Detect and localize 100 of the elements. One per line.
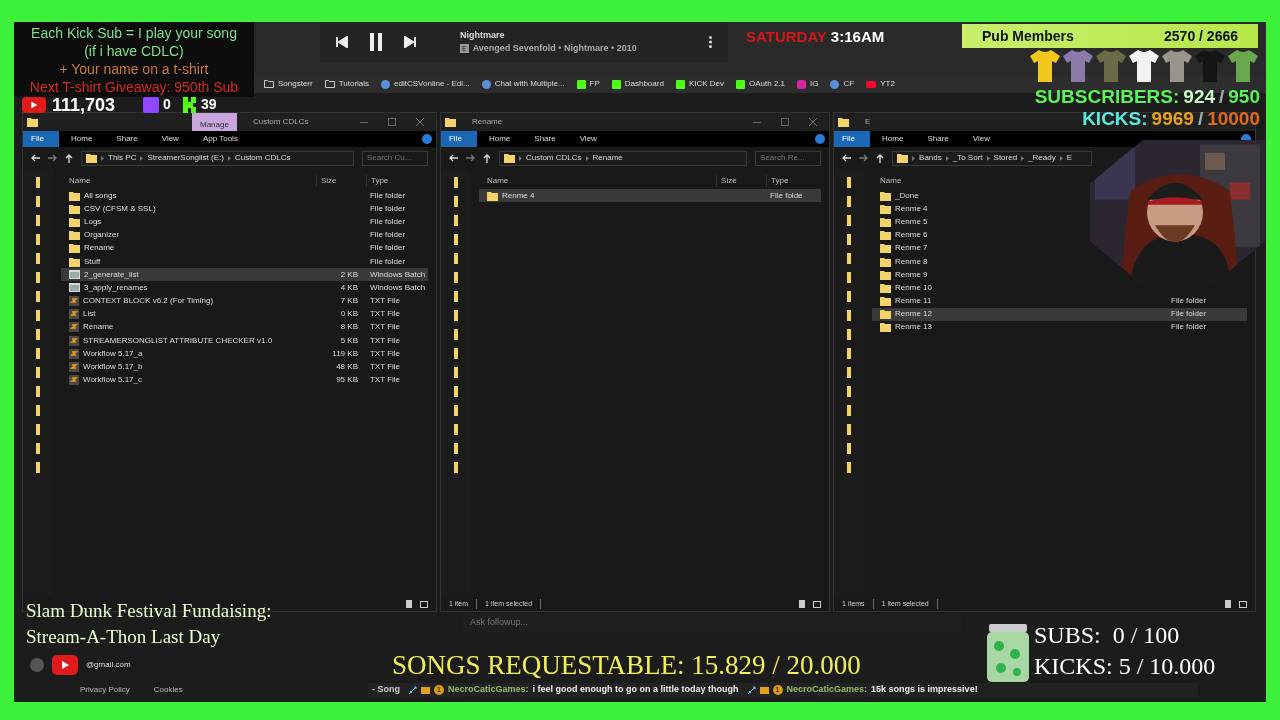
tiles-view-icon[interactable] xyxy=(813,600,822,608)
tiles-view-icon[interactable] xyxy=(1239,600,1247,608)
breadcrumb[interactable]: Bands xyxy=(919,152,942,164)
file-row[interactable]: All songs File folder xyxy=(61,189,428,203)
column-header[interactable]: Size xyxy=(315,175,366,187)
bookmark[interactable]: Chat with Multiple... xyxy=(481,78,565,90)
breadcrumb[interactable]: _Ready xyxy=(1028,152,1056,164)
forward-arrow-icon[interactable] xyxy=(465,154,475,162)
close-icon[interactable] xyxy=(415,118,424,126)
file-row[interactable]: Workflow 5.17_c 95 KB TXT File xyxy=(61,373,428,387)
file-row[interactable]: Renme 8 xyxy=(872,254,1013,269)
file-row[interactable]: CSV (CFSM & SSL) File folder xyxy=(61,202,428,216)
column-header[interactable]: Type xyxy=(766,175,822,187)
back-arrow-icon[interactable] xyxy=(448,154,458,162)
bookmark[interactable]: IG xyxy=(797,78,819,90)
minimize-icon[interactable] xyxy=(753,121,762,123)
file-row[interactable]: CONTEXT BLOCK v6.2 (For Timing) 7 KB TXT File xyxy=(61,294,428,308)
tiles-view-icon[interactable] xyxy=(419,600,428,608)
previous-track-icon[interactable] xyxy=(336,36,348,48)
next-track-icon[interactable] xyxy=(404,36,416,48)
ribbon-tab[interactable]: View xyxy=(149,131,191,147)
ribbon-tab[interactable]: File xyxy=(440,131,477,147)
file-row[interactable]: Renme 12 File folder xyxy=(872,307,1247,321)
help-icon[interactable] xyxy=(815,134,826,144)
address-bar[interactable]: This PC StreamerSonglist (E:) Custom CDLCs xyxy=(81,150,354,166)
ribbon-tab[interactable]: Share xyxy=(915,131,961,147)
search-field[interactable]: Search Re... xyxy=(755,150,822,166)
context-tab[interactable]: Manage xyxy=(192,113,237,131)
file-row[interactable]: Renme 6 xyxy=(872,228,1013,242)
close-icon[interactable] xyxy=(809,118,818,126)
forward-arrow-icon[interactable] xyxy=(859,154,869,162)
column-header[interactable]: Name xyxy=(872,175,902,187)
file-row[interactable]: Organizer File folder xyxy=(61,228,428,242)
file-row[interactable]: 3_apply_renames 4 KB Windows Batch xyxy=(61,281,428,295)
more-options-icon[interactable] xyxy=(709,36,712,48)
ribbon-tab[interactable]: Home xyxy=(476,131,523,147)
file-row[interactable]: Workflow 5.17_a 119 KB TXT File xyxy=(61,347,428,361)
breadcrumb[interactable]: StreamerSonglist (E:) xyxy=(147,152,224,164)
address-bar[interactable]: Bands _To Sort Stored _Ready E xyxy=(892,150,1093,166)
bookmark[interactable]: YT2 xyxy=(866,78,895,90)
file-row[interactable]: Renme 11 File folder xyxy=(872,294,1247,308)
file-row[interactable]: Stuff File folder xyxy=(61,254,428,269)
footer-link[interactable]: Privacy Policy xyxy=(80,684,130,696)
breadcrumb[interactable]: This PC xyxy=(108,152,137,164)
file-row[interactable]: Renme 4 xyxy=(872,202,1013,216)
breadcrumb[interactable]: Stored xyxy=(993,152,1018,164)
ribbon-tab[interactable]: View xyxy=(567,131,609,147)
up-arrow-icon[interactable] xyxy=(876,153,885,163)
details-view-icon[interactable] xyxy=(799,600,806,608)
file-row[interactable]: Logs File folder xyxy=(61,215,428,229)
file-row[interactable]: List 0 KB TXT File xyxy=(61,307,428,321)
back-arrow-icon[interactable] xyxy=(31,154,40,162)
breadcrumb[interactable]: _To Sort xyxy=(952,152,983,164)
column-header[interactable]: Size xyxy=(716,175,767,187)
pause-icon[interactable] xyxy=(368,33,384,51)
file-row[interactable]: Workflow 5.17_b 48 KB TXT File xyxy=(61,360,428,374)
breadcrumb[interactable]: Custom CDLCs xyxy=(525,152,582,164)
minimize-icon[interactable] xyxy=(359,121,368,123)
bookmark[interactable]: editCSVonline - Edi... xyxy=(381,78,470,90)
back-arrow-icon[interactable] xyxy=(842,154,852,162)
file-row[interactable]: Renme 4 File folde xyxy=(478,189,822,203)
footer-link[interactable]: Cookies xyxy=(153,684,183,696)
maximize-icon[interactable] xyxy=(387,118,396,126)
file-row[interactable]: STREAMERSONGLIST ATTRIBUTE CHECKER v1.0 5 KB TXT File xyxy=(61,334,428,348)
up-arrow-icon[interactable] xyxy=(65,153,73,163)
ribbon-tab[interactable]: Share xyxy=(522,131,568,147)
help-icon[interactable] xyxy=(421,134,432,144)
file-row[interactable]: Renme 9 xyxy=(872,268,1013,282)
column-header[interactable]: Name xyxy=(478,175,717,187)
maximize-icon[interactable] xyxy=(781,118,790,126)
bookmark[interactable]: CF xyxy=(830,78,855,90)
ribbon-tab[interactable]: File xyxy=(23,131,59,147)
ribbon-tab[interactable]: App Tools xyxy=(190,131,250,147)
bookmark[interactable]: Tutorials xyxy=(324,78,370,90)
file-row[interactable]: Rename 8 KB TXT File xyxy=(61,320,428,335)
address-bar[interactable]: Custom CDLCs Rename xyxy=(498,150,748,166)
file-row[interactable]: 2_generate_list 2 KB Windows Batch xyxy=(61,268,428,282)
ribbon-tab[interactable]: Share xyxy=(104,131,150,147)
bookmark[interactable]: OAuth 2.1 xyxy=(736,78,786,90)
bookmark[interactable]: Dashboard xyxy=(611,78,664,90)
breadcrumb[interactable]: Custom CDLCs xyxy=(234,152,291,164)
breadcrumb[interactable]: E xyxy=(1066,152,1073,164)
file-row[interactable]: Renme 10 xyxy=(872,281,1013,295)
bookmark[interactable]: FP xyxy=(576,78,600,90)
file-row[interactable]: Renme 5 xyxy=(872,215,1013,229)
column-header[interactable]: Name xyxy=(61,175,316,187)
file-row[interactable]: Rename File folder xyxy=(61,241,428,255)
column-header[interactable]: Type xyxy=(365,175,428,187)
file-row[interactable]: Renme 7 xyxy=(872,241,1013,255)
breadcrumb[interactable]: Rename xyxy=(592,152,623,164)
bookmark[interactable]: KICK Dev xyxy=(675,78,724,90)
details-view-icon[interactable] xyxy=(405,600,412,608)
ribbon-tab[interactable]: File xyxy=(834,131,871,147)
bookmark[interactable]: Songsterr xyxy=(264,78,313,90)
ribbon-tab[interactable]: Home xyxy=(59,131,105,147)
file-row[interactable]: _Done xyxy=(872,189,1013,203)
ribbon-tab[interactable]: Home xyxy=(870,131,916,147)
up-arrow-icon[interactable] xyxy=(482,153,491,163)
search-field[interactable]: Search Cu... xyxy=(361,150,428,166)
forward-arrow-icon[interactable] xyxy=(48,154,57,162)
